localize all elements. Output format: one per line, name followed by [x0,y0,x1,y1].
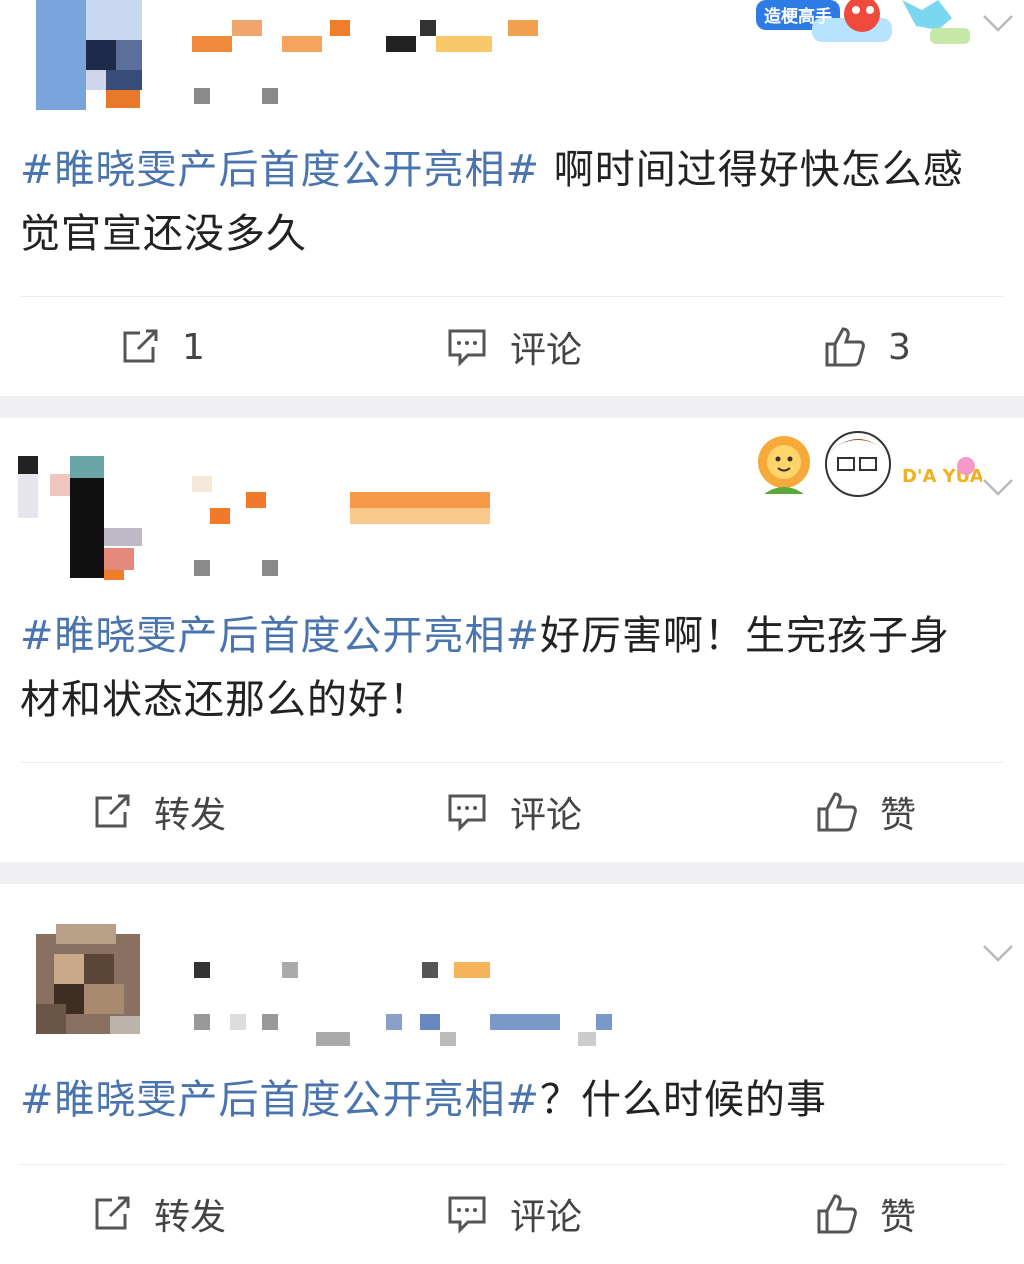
action-bar: 转发 评论 赞 [0,762,1024,862]
comment-button[interactable]: 评论 [446,297,582,397]
topic-link[interactable]: #睢晓雯产后首度公开亮相# [20,147,540,193]
repost-button[interactable]: 1 [120,297,205,397]
like-button[interactable]: 3 [824,297,911,397]
post-card: #睢晓雯产后首度公开亮相#？什么时候的事 转发 评论 赞 [0,884,1024,1242]
comment-label: 评论 [510,795,583,836]
like-button[interactable]: 赞 [816,762,916,862]
chevron-down-icon[interactable] [980,468,1016,504]
like-icon [817,1194,857,1234]
repost-label: 转发 [154,795,227,836]
post-text: #睢晓雯产后首度公开亮相# 啊时间过得好快怎么感觉官宣还没多久 [20,138,988,266]
post-card: 造梗高手 #睢晓雯产后首度公开亮相# 啊时间过得好快怎么感觉官宣还没多久 1 评… [0,0,1024,396]
action-bar: 转发 评论 赞 [0,1164,1024,1264]
like-button[interactable]: 赞 [816,1164,916,1264]
repost-button[interactable]: 转发 [92,1164,226,1264]
repost-count: 1 [182,326,205,368]
post-body: ？什么时候的事 [540,1077,828,1123]
avatar[interactable] [0,438,160,588]
post-text: #睢晓雯产后首度公开亮相#？什么时候的事 [20,1068,988,1132]
repost-button[interactable]: 转发 [92,762,226,862]
badge-icon: D'A YUAN [758,431,982,497]
repost-icon [95,794,130,828]
comment-icon [448,329,486,367]
separator [0,396,1024,418]
chevron-down-icon[interactable] [980,934,1016,970]
post-card: D'A YUAN #睢晓雯产后首度公开亮相#好厉害啊！生完孩子身材和状态还那么的… [0,418,1024,862]
chevron-down-icon[interactable] [980,4,1016,40]
comment-button[interactable]: 评论 [446,762,582,862]
comment-icon [448,1196,486,1234]
avatar[interactable] [0,0,160,120]
like-label: 赞 [880,1197,917,1238]
comment-button[interactable]: 评论 [446,1164,582,1264]
separator [0,862,1024,884]
avatar[interactable] [0,924,160,1044]
comment-icon [448,794,486,832]
repost-icon [95,1196,130,1230]
like-label: 赞 [880,795,917,836]
comment-label: 评论 [510,1197,583,1238]
repost-icon [123,329,158,363]
post-text: #睢晓雯产后首度公开亮相#好厉害啊！生完孩子身材和状态还那么的好！ [20,604,988,732]
topic-link[interactable]: #睢晓雯产后首度公开亮相# [20,1077,540,1123]
topic-link[interactable]: #睢晓雯产后首度公开亮相# [20,613,540,659]
like-count: 3 [888,326,911,368]
like-icon [817,792,857,832]
badge-label: 造梗高手 [764,6,832,27]
repost-label: 转发 [154,1197,227,1238]
like-icon [825,327,865,367]
comment-label: 评论 [510,330,583,371]
action-bar: 1 评论 3 [0,297,1024,397]
badge-icon: 造梗高手 [756,0,970,44]
